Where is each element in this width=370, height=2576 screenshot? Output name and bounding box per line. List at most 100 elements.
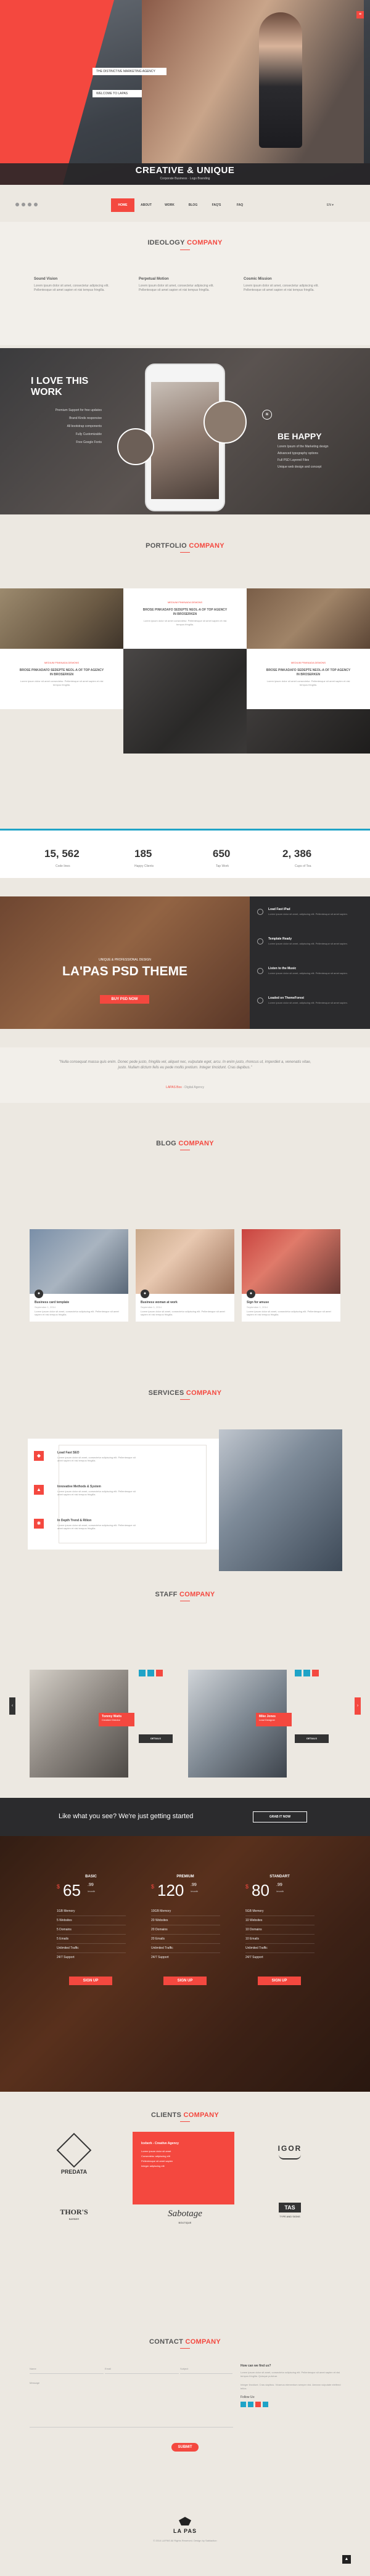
plan-name: STANDART [269, 1875, 290, 1879]
blog-title[interactable]: Business card template [35, 1301, 69, 1304]
language-select[interactable]: EN ▾ [327, 198, 334, 212]
client-logo-thors: THOR'S [60, 2208, 88, 2216]
feature-title: Template Ready [268, 937, 292, 941]
details-button[interactable]: DETAILS [139, 1734, 173, 1743]
love-list-item: Free Google Fonts [76, 441, 102, 444]
plan-signup-button[interactable]: SIGN UP [163, 1977, 207, 1985]
back-to-top-icon[interactable]: ▲ [342, 2555, 351, 2564]
blog-card[interactable]: ● Business woman at work September 1, 20… [136, 1229, 234, 1322]
service-text: Lorem ipsum dolor sit amet, consectetur … [57, 1490, 136, 1496]
name-input-placeholder: Name [30, 2367, 36, 2370]
message-textarea[interactable]: Message [30, 2381, 233, 2428]
twitter-icon[interactable] [248, 2402, 253, 2407]
twitter-icon[interactable] [303, 1670, 310, 1676]
portfolio-heading: PORTFOLIO COMPANY [0, 542, 370, 550]
portfolio-card-2[interactable]: MEDIUM PINKNADA DEMONS BROSE PINKADAFO S… [0, 649, 123, 709]
plan-feature: 1GB Memory [57, 1907, 126, 1916]
prev-arrow-icon[interactable]: ‹ [9, 1697, 15, 1715]
blog-title[interactable]: Sign for amuse [247, 1301, 269, 1304]
portfolio-card-3[interactable]: MEDIUM PINKNADA DEMONS BROSE PINKADAFO S… [247, 649, 370, 709]
happy-list-item: Lorem Ipsum of the Marketing design [278, 445, 329, 449]
tag-icon: ◆ [34, 1451, 44, 1461]
portfolio-item-3[interactable] [123, 649, 247, 754]
card-text: Lorem ipsum dolor sit amet consectetur. … [143, 619, 227, 626]
heading-accent: COMPANY [185, 2338, 221, 2346]
email-input-placeholder: Email [105, 2367, 112, 2370]
buy-psd-button[interactable]: BUY PSD NOW [100, 995, 149, 1004]
feature-text: Lorem ipsum dolor sit amet, adipiscing e… [268, 1001, 348, 1004]
plan-signup-button[interactable]: SIGN UP [258, 1977, 301, 1985]
menu-toggle-icon[interactable]: ≡ [356, 11, 364, 18]
twitter-icon[interactable] [15, 203, 19, 206]
heading-accent: COMPANY [186, 1389, 222, 1397]
stat-number: 15, 562 [44, 848, 80, 859]
heading-accent: COMPANY [187, 239, 223, 246]
nav-item-home[interactable]: HOME [111, 198, 134, 212]
contact-section: CONTACT COMPANY Name Email Subject Messa… [0, 2258, 370, 2480]
lapas-logo-icon [179, 2517, 191, 2525]
feature-card-title: Iceberk - Creative Agency [141, 2142, 179, 2145]
google-plus-icon[interactable] [28, 203, 31, 206]
staff-social [139, 1670, 163, 1676]
ideology-col-title: Perpetual Motion [139, 277, 169, 281]
plan-currency: $ [57, 1883, 60, 1890]
portfolio-item-4[interactable] [247, 709, 370, 754]
plan-feature: 5 Domains [57, 1925, 126, 1935]
headphones-icon [257, 968, 263, 974]
stat-number: 650 [213, 848, 231, 859]
portfolio-blank [0, 709, 123, 754]
follow-label: Follow Us: [240, 2395, 255, 2399]
details-button[interactable]: DETAILS [295, 1734, 329, 1743]
clock-icon [257, 938, 263, 945]
nav-item-faq[interactable]: FAQ [228, 198, 252, 212]
twitter-icon[interactable] [147, 1670, 154, 1676]
email-input[interactable]: Email [105, 2364, 179, 2374]
service-title: Innovative Methods & System [57, 1485, 101, 1489]
nav-item-blog[interactable]: BLOG [181, 198, 205, 212]
globe-icon [257, 997, 263, 1004]
plan-feature: 20 Websites [151, 1916, 220, 1925]
love-title: I LOVE THIS WORK [31, 376, 89, 397]
plan-signup-button[interactable]: SIGN UP [69, 1977, 112, 1985]
clients-section: CLIENTS COMPANY PREDATA THOR'S BARBER Ic… [0, 2092, 370, 2258]
linkedin-icon[interactable] [34, 203, 38, 206]
facebook-icon[interactable] [240, 2402, 246, 2407]
linkedin-icon[interactable] [263, 2402, 268, 2407]
next-arrow-icon[interactable]: › [355, 1697, 361, 1715]
stat-number: 185 [134, 848, 152, 859]
nav-item-about[interactable]: ABOUT [134, 198, 158, 212]
hero-subtitle: Corporate Business · Logo Branding [160, 177, 210, 181]
client-logo-igor: IGOR [278, 2144, 302, 2153]
facebook-icon[interactable] [139, 1670, 146, 1676]
name-input[interactable]: Name [30, 2364, 104, 2374]
feature-card-item: Pellentesque sit amet sapien [141, 2160, 173, 2163]
heading-part: CONTACT [149, 2338, 184, 2346]
facebook-icon[interactable] [22, 203, 25, 206]
happy-title: BE HAPPY [278, 431, 322, 441]
services-photo [219, 1429, 342, 1571]
ideology-col-1: Sound Vision Lorem ipsum dolor sit amet,… [34, 277, 117, 293]
portfolio-item-1[interactable] [0, 588, 123, 649]
plan-price: 120 [157, 1881, 184, 1899]
love-list-item: Premium Support for free updates [55, 408, 102, 412]
google-plus-icon[interactable] [255, 2402, 261, 2407]
nav-item-work[interactable]: WORK [158, 198, 181, 212]
portfolio-card-1[interactable]: MEDIUM PINKNADA DEMONS BROSE PINKADAFO S… [123, 588, 247, 649]
blog-card[interactable]: ● Sign for amuse September 1, 2014 Lorem… [242, 1229, 340, 1322]
grab-it-button[interactable]: GRAB IT NOW [253, 1811, 307, 1822]
blog-meta: September 1, 2014 [35, 1306, 56, 1309]
plan-feature: 20 Domains [151, 1925, 220, 1935]
blog-title[interactable]: Business woman at work [141, 1301, 178, 1304]
clients-feature-card: Iceberk - Creative Agency Lorem ipsum do… [133, 2132, 234, 2204]
blog-heading: BLOG COMPANY [0, 1140, 370, 1147]
main-nav: HOME ABOUT WORK BLOG FAQ'S FAQ EN ▾ [0, 198, 370, 212]
google-plus-icon[interactable] [156, 1670, 163, 1676]
submit-button[interactable]: SUBMIT [171, 2443, 199, 2452]
google-plus-icon[interactable] [312, 1670, 319, 1676]
nav-item-faqs[interactable]: FAQ'S [205, 198, 228, 212]
facebook-icon[interactable] [295, 1670, 302, 1676]
love-list-item: All bootstrap components [67, 425, 102, 428]
portfolio-item-2[interactable] [247, 588, 370, 649]
blog-card[interactable]: ● Business card template September 1, 20… [30, 1229, 128, 1322]
subject-input[interactable]: Subject [180, 2364, 232, 2374]
